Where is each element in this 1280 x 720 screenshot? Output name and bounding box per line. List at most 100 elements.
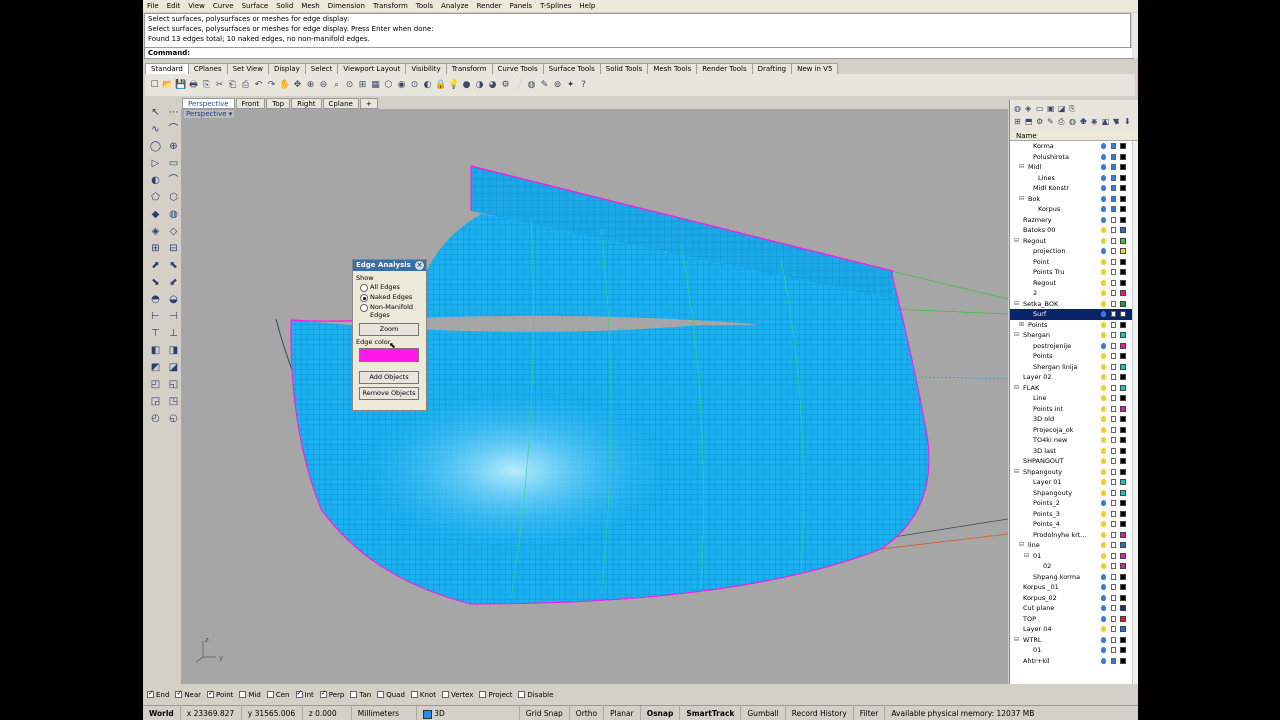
visibility-bulb-icon[interactable] bbox=[1101, 164, 1106, 170]
tree-toggle-icon[interactable]: ⊟ bbox=[1014, 330, 1019, 341]
visibility-bulb-icon[interactable] bbox=[1101, 332, 1106, 338]
viewport-tab-top[interactable]: Top bbox=[266, 98, 291, 109]
tool-icon[interactable]: ◍ bbox=[167, 208, 180, 221]
toolbar-button-icon[interactable]: ✥ bbox=[292, 80, 303, 91]
checkbox-icon[interactable] bbox=[207, 689, 215, 698]
toolbar-button-icon[interactable]: ✦ bbox=[565, 80, 576, 91]
tool-icon[interactable]: ⬡ bbox=[167, 191, 180, 204]
visibility-bulb-icon[interactable] bbox=[1101, 657, 1106, 664]
toolbar-button-icon[interactable]: 💾 bbox=[175, 80, 186, 91]
tool-icon[interactable]: ◧ bbox=[149, 344, 162, 357]
layer-row[interactable]: ⊟ Setka_BOK bbox=[1010, 299, 1132, 310]
layer-color-swatch[interactable] bbox=[1120, 552, 1126, 559]
layer-color-swatch[interactable] bbox=[1120, 384, 1126, 391]
layer-toolbar-icon[interactable]: ⚙ bbox=[1036, 117, 1043, 126]
layer-row[interactable]: ⊟ line bbox=[1010, 540, 1132, 551]
tab-visibility[interactable]: Visibility bbox=[405, 63, 447, 74]
layer-toolbar-icon[interactable]: ⬒ bbox=[1025, 117, 1033, 126]
lock-icon[interactable] bbox=[1111, 542, 1116, 548]
tab-drafting[interactable]: Drafting bbox=[751, 63, 793, 74]
layer-row[interactable]: ⊞ Points bbox=[1010, 320, 1132, 331]
layer-row[interactable]: TOP bbox=[1010, 614, 1132, 625]
tab-display[interactable]: Display bbox=[267, 63, 306, 74]
layer-toolbar-icon[interactable]: ⬇ bbox=[1124, 117, 1131, 126]
toolbar-button-icon[interactable]: ⊖ bbox=[318, 80, 329, 91]
toolbar-button-icon[interactable]: 🖶 bbox=[188, 80, 199, 91]
tool-icon[interactable]: ◨ bbox=[167, 344, 180, 357]
tool-icon[interactable]: ◵ bbox=[167, 412, 180, 425]
close-icon[interactable]: × bbox=[415, 261, 424, 270]
visibility-bulb-icon[interactable] bbox=[1101, 500, 1106, 506]
layer-toolbar-icon[interactable]: ◰ bbox=[1102, 117, 1110, 126]
layer-color-swatch[interactable] bbox=[1120, 636, 1126, 643]
layer-color-swatch[interactable] bbox=[1120, 447, 1126, 454]
layer-color-swatch[interactable] bbox=[1120, 510, 1126, 517]
osnap-point[interactable]: Point bbox=[207, 689, 233, 699]
tool-icon[interactable]: ⬉ bbox=[167, 259, 180, 272]
toolbar-button-icon[interactable]: ◑ bbox=[474, 80, 485, 91]
tree-toggle-icon[interactable]: ⊞ bbox=[1019, 320, 1024, 331]
tool-icon[interactable]: ◓ bbox=[149, 293, 162, 306]
checkbox-icon[interactable] bbox=[410, 691, 418, 698]
layer-color-swatch[interactable] bbox=[1120, 363, 1126, 370]
lock-icon[interactable] bbox=[1111, 458, 1116, 464]
layer-toolbar-icon[interactable]: ◍ bbox=[1014, 104, 1021, 113]
layer-row[interactable]: Surf bbox=[1010, 309, 1132, 320]
tool-icon[interactable]: ◩ bbox=[149, 361, 162, 374]
lock-icon[interactable] bbox=[1111, 321, 1116, 328]
layer-row[interactable]: Points_4 bbox=[1010, 519, 1132, 530]
add-objects-button[interactable]: Add Objects bbox=[359, 371, 419, 384]
layer-color-swatch[interactable] bbox=[1120, 321, 1126, 328]
tab-render-tools[interactable]: Render Tools bbox=[696, 63, 753, 74]
layer-color-swatch[interactable] bbox=[1120, 605, 1126, 611]
layer-color-swatch[interactable] bbox=[1120, 237, 1126, 244]
lock-icon[interactable] bbox=[1111, 195, 1116, 202]
layer-color-swatch[interactable] bbox=[1120, 647, 1126, 653]
status-ortho[interactable]: Ortho bbox=[570, 706, 605, 720]
viewport-tab-add[interactable]: + bbox=[359, 98, 378, 109]
layer-color-swatch[interactable] bbox=[1120, 573, 1126, 580]
menu-curve[interactable]: Curve bbox=[209, 0, 238, 12]
tab-transform[interactable]: Transform bbox=[445, 63, 493, 74]
lock-icon[interactable] bbox=[1111, 395, 1116, 401]
toolbar-button-icon[interactable]: ⎗ bbox=[227, 80, 238, 91]
visibility-bulb-icon[interactable] bbox=[1101, 458, 1106, 464]
toolbar-button-icon[interactable]: ⎘ bbox=[201, 80, 212, 91]
lock-icon[interactable] bbox=[1111, 416, 1116, 422]
layer-color-swatch[interactable] bbox=[1120, 615, 1126, 622]
layer-name-header[interactable]: Name bbox=[1010, 131, 1138, 141]
visibility-bulb-icon[interactable] bbox=[1101, 521, 1106, 527]
layer-row[interactable]: Prodolnyhe krt... bbox=[1010, 530, 1132, 541]
layer-color-swatch[interactable] bbox=[1120, 195, 1126, 202]
checkbox-icon[interactable] bbox=[295, 689, 303, 698]
layer-color-swatch[interactable] bbox=[1120, 227, 1126, 233]
layer-row[interactable]: 02 bbox=[1010, 561, 1132, 572]
visibility-bulb-icon[interactable] bbox=[1101, 510, 1106, 517]
layer-color-swatch[interactable] bbox=[1120, 489, 1126, 496]
layer-row[interactable]: ⊟ WTRL bbox=[1010, 635, 1132, 646]
tool-icon[interactable]: ◲ bbox=[149, 395, 162, 408]
layer-row[interactable]: ⊟ Regout bbox=[1010, 236, 1132, 247]
layer-color-swatch[interactable] bbox=[1120, 311, 1126, 317]
layer-row[interactable]: Korpus_02 bbox=[1010, 593, 1132, 604]
tool-icon[interactable]: ◪ bbox=[167, 361, 180, 374]
toolbar-button-icon[interactable]: 🔒 bbox=[435, 80, 446, 91]
menu-t-splines[interactable]: T-Splines bbox=[536, 0, 575, 12]
layer-color-swatch[interactable] bbox=[1120, 353, 1126, 359]
osnap-perp[interactable]: Perp bbox=[319, 689, 344, 699]
layer-color-swatch[interactable] bbox=[1120, 332, 1126, 338]
tool-icon[interactable]: ◰ bbox=[149, 378, 162, 391]
perspective-viewport[interactable]: Perspective ▾ z y Edge Analysis × Show Al… bbox=[181, 109, 1008, 684]
viewport-tab-front[interactable]: Front bbox=[235, 98, 266, 109]
viewport-tab-cplane[interactable]: Cplane bbox=[322, 98, 359, 109]
tab-surface-tools[interactable]: Surface Tools bbox=[542, 63, 601, 74]
toolbar-button-icon[interactable]: ✎ bbox=[539, 80, 550, 91]
layer-row[interactable]: Layer 02 bbox=[1010, 372, 1132, 383]
lock-icon[interactable] bbox=[1111, 584, 1116, 590]
layer-toolbar-icon[interactable]: ▣ bbox=[1047, 104, 1055, 113]
toolbar-button-icon[interactable]: ✋ bbox=[279, 80, 290, 91]
toolbar-button-icon[interactable]: ⊕ bbox=[305, 80, 316, 91]
visibility-bulb-icon[interactable] bbox=[1101, 374, 1106, 380]
layer-toolbar-icon[interactable]: ▭ bbox=[1036, 104, 1044, 113]
layer-row[interactable]: Korpus _01 bbox=[1010, 582, 1132, 593]
